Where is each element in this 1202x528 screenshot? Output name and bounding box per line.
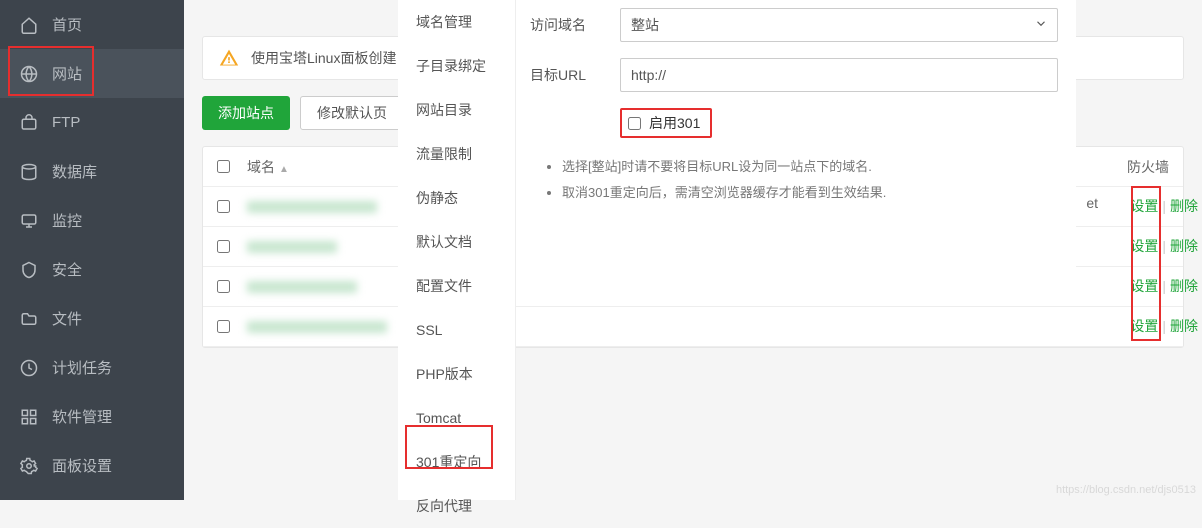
menu-site-dir[interactable]: 网站目录 <box>398 88 515 132</box>
domain-link[interactable] <box>247 241 337 253</box>
warning-icon <box>219 48 239 68</box>
menu-ssl[interactable]: SSL <box>398 308 515 352</box>
sidebar-item-security[interactable]: 安全 <box>0 245 184 294</box>
settings-link[interactable]: 设置 <box>1130 276 1158 296</box>
ftp-icon <box>20 114 38 132</box>
home-icon <box>20 16 38 34</box>
delete-link[interactable]: 删除 <box>1170 316 1198 336</box>
sidebar-label: 首页 <box>52 14 82 35</box>
menu-tomcat[interactable]: Tomcat <box>398 396 515 440</box>
target-url-input[interactable] <box>620 58 1058 92</box>
shield-icon <box>20 261 38 279</box>
clock-icon <box>20 359 38 377</box>
access-domain-select[interactable]: 整站 <box>620 8 1058 42</box>
settings-link[interactable]: 设置 <box>1130 236 1158 256</box>
sidebar-label: 计划任务 <box>52 357 112 378</box>
sidebar-item-software[interactable]: 软件管理 <box>0 392 184 441</box>
delete-link[interactable]: 删除 <box>1170 236 1198 256</box>
sidebar-label: 网站 <box>52 63 82 84</box>
alert-text: 使用宝塔Linux面板创建 <box>251 48 396 68</box>
grid-icon <box>20 408 38 426</box>
sidebar-item-ftp[interactable]: FTP <box>0 98 184 147</box>
menu-reverse-proxy[interactable]: 反向代理 <box>398 484 515 528</box>
menu-default-doc[interactable]: 默认文档 <box>398 220 515 264</box>
sidebar-item-monitor[interactable]: 监控 <box>0 196 184 245</box>
sidebar-item-file[interactable]: 文件 <box>0 294 184 343</box>
sidebar-item-settings[interactable]: 面板设置 <box>0 441 184 490</box>
menu-301-redirect[interactable]: 301重定向 <box>398 440 515 484</box>
label-access-domain: 访问域名 <box>530 15 620 35</box>
menu-config-file[interactable]: 配置文件 <box>398 264 515 308</box>
settings-link[interactable]: 设置 <box>1130 196 1158 216</box>
menu-domain-manage[interactable]: 域名管理 <box>398 0 515 44</box>
modal-form: 访问域名 整站 目标URL 启用301 选择[整站]时请不要将目标URL设为同一… <box>516 0 1076 300</box>
sidebar-label: 面板设置 <box>52 455 112 476</box>
sidebar-label: 文件 <box>52 308 82 329</box>
gear-icon <box>20 457 38 475</box>
delete-link[interactable]: 删除 <box>1170 276 1198 296</box>
label-target-url: 目标URL <box>530 65 620 85</box>
table-row <box>203 307 1183 347</box>
modal-menu: 域名管理 子目录绑定 网站目录 流量限制 伪静态 默认文档 配置文件 SSL P… <box>398 0 516 500</box>
sidebar-item-cron[interactable]: 计划任务 <box>0 343 184 392</box>
row-checkbox[interactable] <box>217 320 230 333</box>
sort-icon: ▲ <box>279 164 289 175</box>
domain-link[interactable] <box>247 281 357 293</box>
row-checkbox[interactable] <box>217 280 230 293</box>
row-actions: 设置|删除 设置|删除 设置|删除 设置|删除 <box>1130 186 1198 346</box>
partial-text: et <box>1086 195 1098 211</box>
modify-default-button[interactable]: 修改默认页 <box>300 96 404 130</box>
tips-list: 选择[整站]时请不要将目标URL设为同一站点下的域名. 取消301重定向后，需清… <box>534 154 1058 206</box>
sidebar-item-database[interactable]: 数据库 <box>0 147 184 196</box>
add-site-button[interactable]: 添加站点 <box>202 96 290 130</box>
menu-traffic-limit[interactable]: 流量限制 <box>398 132 515 176</box>
menu-rewrite[interactable]: 伪静态 <box>398 176 515 220</box>
sidebar: 首页 网站 FTP 数据库 监控 安全 文件 计划任务 软件管理 面板设置 <box>0 0 184 500</box>
tip-item: 取消301重定向后，需清空浏览器缓存才能看到生效结果. <box>562 180 1058 206</box>
column-firewall: 防火墙 <box>1113 157 1183 177</box>
globe-icon <box>20 65 38 83</box>
enable-301-label: 启用301 <box>649 113 700 133</box>
enable-301-checkbox-area[interactable]: 启用301 <box>620 108 712 138</box>
menu-subdir-bind[interactable]: 子目录绑定 <box>398 44 515 88</box>
sidebar-label: 软件管理 <box>52 406 112 427</box>
row-checkbox[interactable] <box>217 200 230 213</box>
row-checkbox[interactable] <box>217 240 230 253</box>
watermark: https://blog.csdn.net/djs0513 <box>1056 484 1196 496</box>
settings-link[interactable]: 设置 <box>1130 316 1158 336</box>
sidebar-item-website[interactable]: 网站 <box>0 49 184 98</box>
folder-icon <box>20 310 38 328</box>
monitor-icon <box>20 212 38 230</box>
delete-link[interactable]: 删除 <box>1170 196 1198 216</box>
tip-item: 选择[整站]时请不要将目标URL设为同一站点下的域名. <box>562 154 1058 180</box>
domain-link[interactable] <box>247 201 377 213</box>
sidebar-label: FTP <box>52 114 80 131</box>
database-icon <box>20 163 38 181</box>
sidebar-label: 数据库 <box>52 161 97 182</box>
select-all-checkbox[interactable] <box>217 160 230 173</box>
sidebar-label: 监控 <box>52 210 82 231</box>
domain-link[interactable] <box>247 321 387 333</box>
enable-301-checkbox[interactable] <box>628 117 641 130</box>
sidebar-item-home[interactable]: 首页 <box>0 0 184 49</box>
menu-php-version[interactable]: PHP版本 <box>398 352 515 396</box>
sidebar-label: 安全 <box>52 259 82 280</box>
